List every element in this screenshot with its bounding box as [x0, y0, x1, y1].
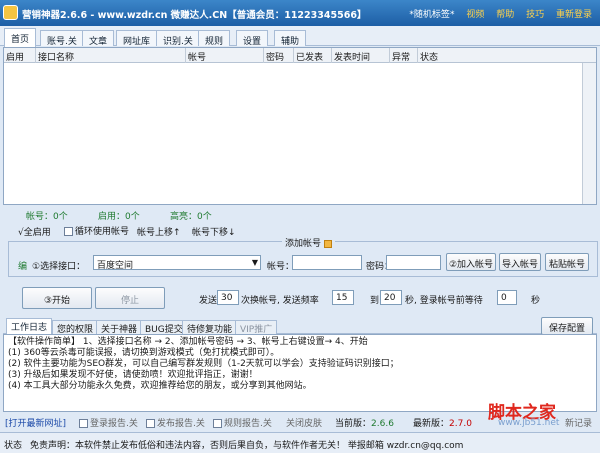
col-status[interactable]: 状态 — [418, 48, 584, 63]
start-button[interactable]: ③开始 — [22, 287, 92, 309]
tab-recognize[interactable]: 识别.关 — [156, 30, 200, 47]
video-link[interactable]: 视频 — [466, 10, 484, 20]
title-links: *随机标签* 视频 帮助 技巧 重新登录 — [400, 7, 592, 20]
rule-report-check[interactable] — [213, 419, 222, 428]
stop-button[interactable]: 停止 — [95, 287, 165, 309]
enabled-count: 启用：0个 — [98, 212, 140, 222]
random-skin-button[interactable]: *随机标签* — [409, 10, 454, 20]
open-latest-link[interactable]: [打开最新网址] — [5, 416, 66, 429]
latest-version: 最新版：2.7.0 — [413, 419, 472, 429]
main-tabs: 首页 账号.关 文章 网址库 识别.关 规则 设置 辅助 — [0, 26, 600, 47]
tab-settings[interactable]: 设置 — [236, 30, 269, 47]
interface-select[interactable]: 百度空间 ▼ — [93, 255, 261, 271]
publish-report-check[interactable] — [146, 419, 155, 428]
login-report-check[interactable] — [79, 419, 88, 428]
loop-use-check[interactable] — [64, 227, 73, 236]
tab-about[interactable]: 关于神器 — [96, 320, 143, 335]
table-header: 启用 接口名称 帐号 密码 已发表 发表时间 异常 状态 — [4, 48, 596, 63]
to-label: 到 — [370, 296, 380, 306]
log-line: (1) 360等云杀毒可能误报，请切换到游戏模式（免打扰模式即可）。 — [8, 348, 280, 358]
app-logo-icon — [3, 5, 18, 20]
freq-from-input[interactable]: 15 — [332, 290, 354, 305]
tab-permissions[interactable]: 您的权限 — [52, 320, 99, 335]
select-all-button[interactable]: √全启用 — [18, 225, 51, 238]
log-line: (3) 升级后如果发现不好使，请使劲喷！欢迎批评指正，谢谢！ — [8, 370, 258, 380]
account-table[interactable]: 启用 接口名称 帐号 密码 已发表 发表时间 异常 状态 — [3, 47, 597, 205]
loop-use-label: 循环使用帐号 — [75, 227, 130, 237]
site-watermark: 脚本之家 www.jb51.net — [488, 398, 598, 432]
paste-account-button[interactable]: 粘贴帐号 — [545, 253, 589, 271]
table-scrollbar[interactable] — [582, 63, 596, 204]
send-label: 发送 — [199, 296, 218, 306]
per-account-label: 次换帐号, 发送频率 — [241, 296, 319, 306]
log-line: 【软件操作简单】 1、选择接口名称 → 2、添加帐号密码 → 3、帐号上右键设置… — [8, 337, 368, 347]
col-password[interactable]: 密码 — [264, 48, 294, 63]
tab-vip[interactable]: VIP推广 — [235, 320, 278, 335]
wait-label: 秒, 登录帐号前等待 — [405, 296, 483, 306]
highlight-count: 高亮：0个 — [170, 212, 212, 222]
col-enable[interactable]: 启用 — [4, 48, 36, 63]
move-up-button[interactable]: 帐号上移↑ — [137, 225, 181, 238]
col-publish-time[interactable]: 发表时间 — [332, 48, 390, 63]
tab-bug-submit[interactable]: BUG提交 — [140, 320, 188, 335]
log-line: (4) 本工具大部分功能永久免费，欢迎推荐给您的朋友，或分享到其他网站。 — [8, 381, 312, 391]
tab-rules[interactable]: 规则 — [198, 30, 231, 47]
add-account-button[interactable]: ②加入帐号 — [446, 253, 496, 271]
col-published[interactable]: 已发表 — [294, 48, 332, 63]
col-interface[interactable]: 接口名称 — [36, 48, 186, 63]
import-account-button[interactable]: 导入帐号 — [499, 253, 541, 271]
choose-interface-label: ①选择接口： — [32, 262, 86, 272]
help-link[interactable]: 帮助 — [496, 10, 514, 20]
info-icon — [324, 239, 333, 248]
relogin-link[interactable]: 重新登录 — [556, 10, 592, 20]
login-report-toggle[interactable]: 登录报告.关 — [79, 416, 138, 429]
step-label: 编 — [18, 262, 28, 272]
chevron-down-icon: ▼ — [251, 258, 258, 267]
move-down-button[interactable]: 帐号下移↓ — [192, 225, 236, 238]
col-account[interactable]: 帐号 — [186, 48, 264, 63]
tab-account[interactable]: 账号.关 — [40, 30, 84, 47]
wait-input[interactable]: 0 — [497, 290, 517, 305]
current-version: 当前版：2.6.6 — [335, 419, 394, 429]
sec-label: 秒 — [531, 296, 541, 306]
account-input[interactable] — [292, 255, 362, 270]
send-count-input[interactable]: 30 — [217, 290, 239, 305]
password-input[interactable] — [386, 255, 441, 270]
status-text: 免责声明：本软件禁止发布低俗和违法内容，否则后果自负，与软件作者无关！ 举报邮箱… — [30, 441, 464, 451]
account-count: 帐号：0个 — [26, 212, 68, 222]
tab-url-library[interactable]: 网址库 — [116, 30, 158, 47]
title-bar: 营销神器2.6.6 - www.wzdr.cn 微赚达人.CN【普通会员：112… — [0, 0, 600, 26]
status-label: 状态 — [4, 441, 23, 451]
tab-work-log[interactable]: 工作日志 — [6, 318, 53, 335]
close-skin-button[interactable]: 关闭皮肤 — [286, 416, 322, 429]
log-tabs: 工作日志 您的权限 关于神器 BUG提交 待修复功能 VIP推广 — [3, 318, 597, 335]
save-config-button[interactable]: 保存配置 — [541, 317, 593, 335]
tab-assist[interactable]: 辅助 — [274, 30, 307, 47]
log-line: (2) 软件主要功能为SEO群发，可以自己编写群发规则（1-2天就可以学会）支持… — [8, 359, 399, 369]
tab-article[interactable]: 文章 — [82, 30, 115, 47]
tips-link[interactable]: 技巧 — [526, 10, 544, 20]
freq-to-input[interactable]: 20 — [380, 290, 402, 305]
loop-use-checkbox[interactable]: 循环使用帐号 — [64, 224, 129, 237]
status-bar: 状态 免责声明：本软件禁止发布低俗和违法内容，否则后果自负，与软件作者无关！ 举… — [0, 432, 600, 453]
tab-home[interactable]: 首页 — [4, 28, 37, 47]
col-error[interactable]: 异常 — [390, 48, 418, 63]
rule-report-toggle[interactable]: 规则报告.关 — [213, 416, 272, 429]
add-account-title: 添加帐号 — [282, 236, 336, 249]
window-title: 营销神器2.6.6 - www.wzdr.cn 微赚达人.CN【普通会员：112… — [22, 10, 367, 21]
tab-pending-features[interactable]: 待修复功能 — [182, 320, 238, 335]
watermark-url: www.jb51.net — [498, 418, 560, 428]
publish-report-toggle[interactable]: 发布报告.关 — [146, 416, 205, 429]
account-label: 帐号： — [267, 262, 295, 272]
